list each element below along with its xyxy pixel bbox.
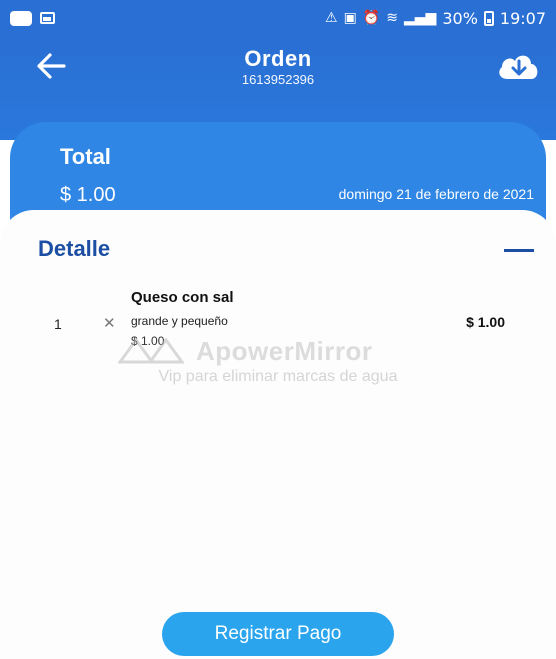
page-title: Orden: [244, 46, 312, 71]
total-label: Total: [60, 144, 111, 169]
cell-signal-icon: ▂▄▆: [404, 10, 437, 26]
status-bar-right: ⚠ ▣ ⏰ ≋ ▂▄▆ 30% 19:07: [325, 9, 546, 28]
order-date: domingo 21 de febrero de 2021: [338, 186, 534, 202]
item-description: grande y pequeño: [131, 314, 228, 328]
status-bar: ⚠ ▣ ⏰ ≋ ▂▄▆ 30% 19:07: [0, 0, 556, 36]
triangle-warning-icon: ⚠: [325, 10, 338, 26]
detail-sheet: Detalle 1 ✕ Queso con sal grande y peque…: [0, 210, 556, 659]
item-unit-price: $ 1.00: [131, 334, 165, 348]
status-time: 19:07: [499, 8, 546, 28]
status-bar-left: [10, 10, 55, 26]
total-amount: $ 1.00: [60, 184, 116, 206]
item-name: Queso con sal: [131, 289, 234, 306]
notification-square-icon: [10, 10, 32, 26]
watermark-subtitle: Vip para eliminar marcas de agua: [158, 368, 398, 385]
list-item: 1 ✕ Queso con sal grande y pequeño $ 1.0…: [0, 284, 556, 348]
wifi-signal-icon: ≋: [386, 10, 399, 26]
times-icon: ✕: [103, 315, 116, 332]
battery-percent: 30%: [442, 8, 478, 28]
item-line-total: $ 1.00: [466, 314, 505, 330]
cast-icon: ▣: [343, 10, 357, 26]
alarm-icon: ⏰: [362, 10, 381, 26]
register-payment-button[interactable]: Registrar Pago: [162, 612, 394, 656]
image-notification-icon: [40, 12, 55, 24]
item-quantity: 1: [54, 316, 62, 332]
detail-title: Detalle: [38, 236, 111, 261]
cloud-download-icon: [499, 55, 538, 79]
collapse-detail-button[interactable]: [502, 240, 536, 260]
order-number: 1613952396: [241, 72, 315, 87]
battery-icon: [483, 10, 494, 26]
download-button[interactable]: [494, 46, 544, 86]
